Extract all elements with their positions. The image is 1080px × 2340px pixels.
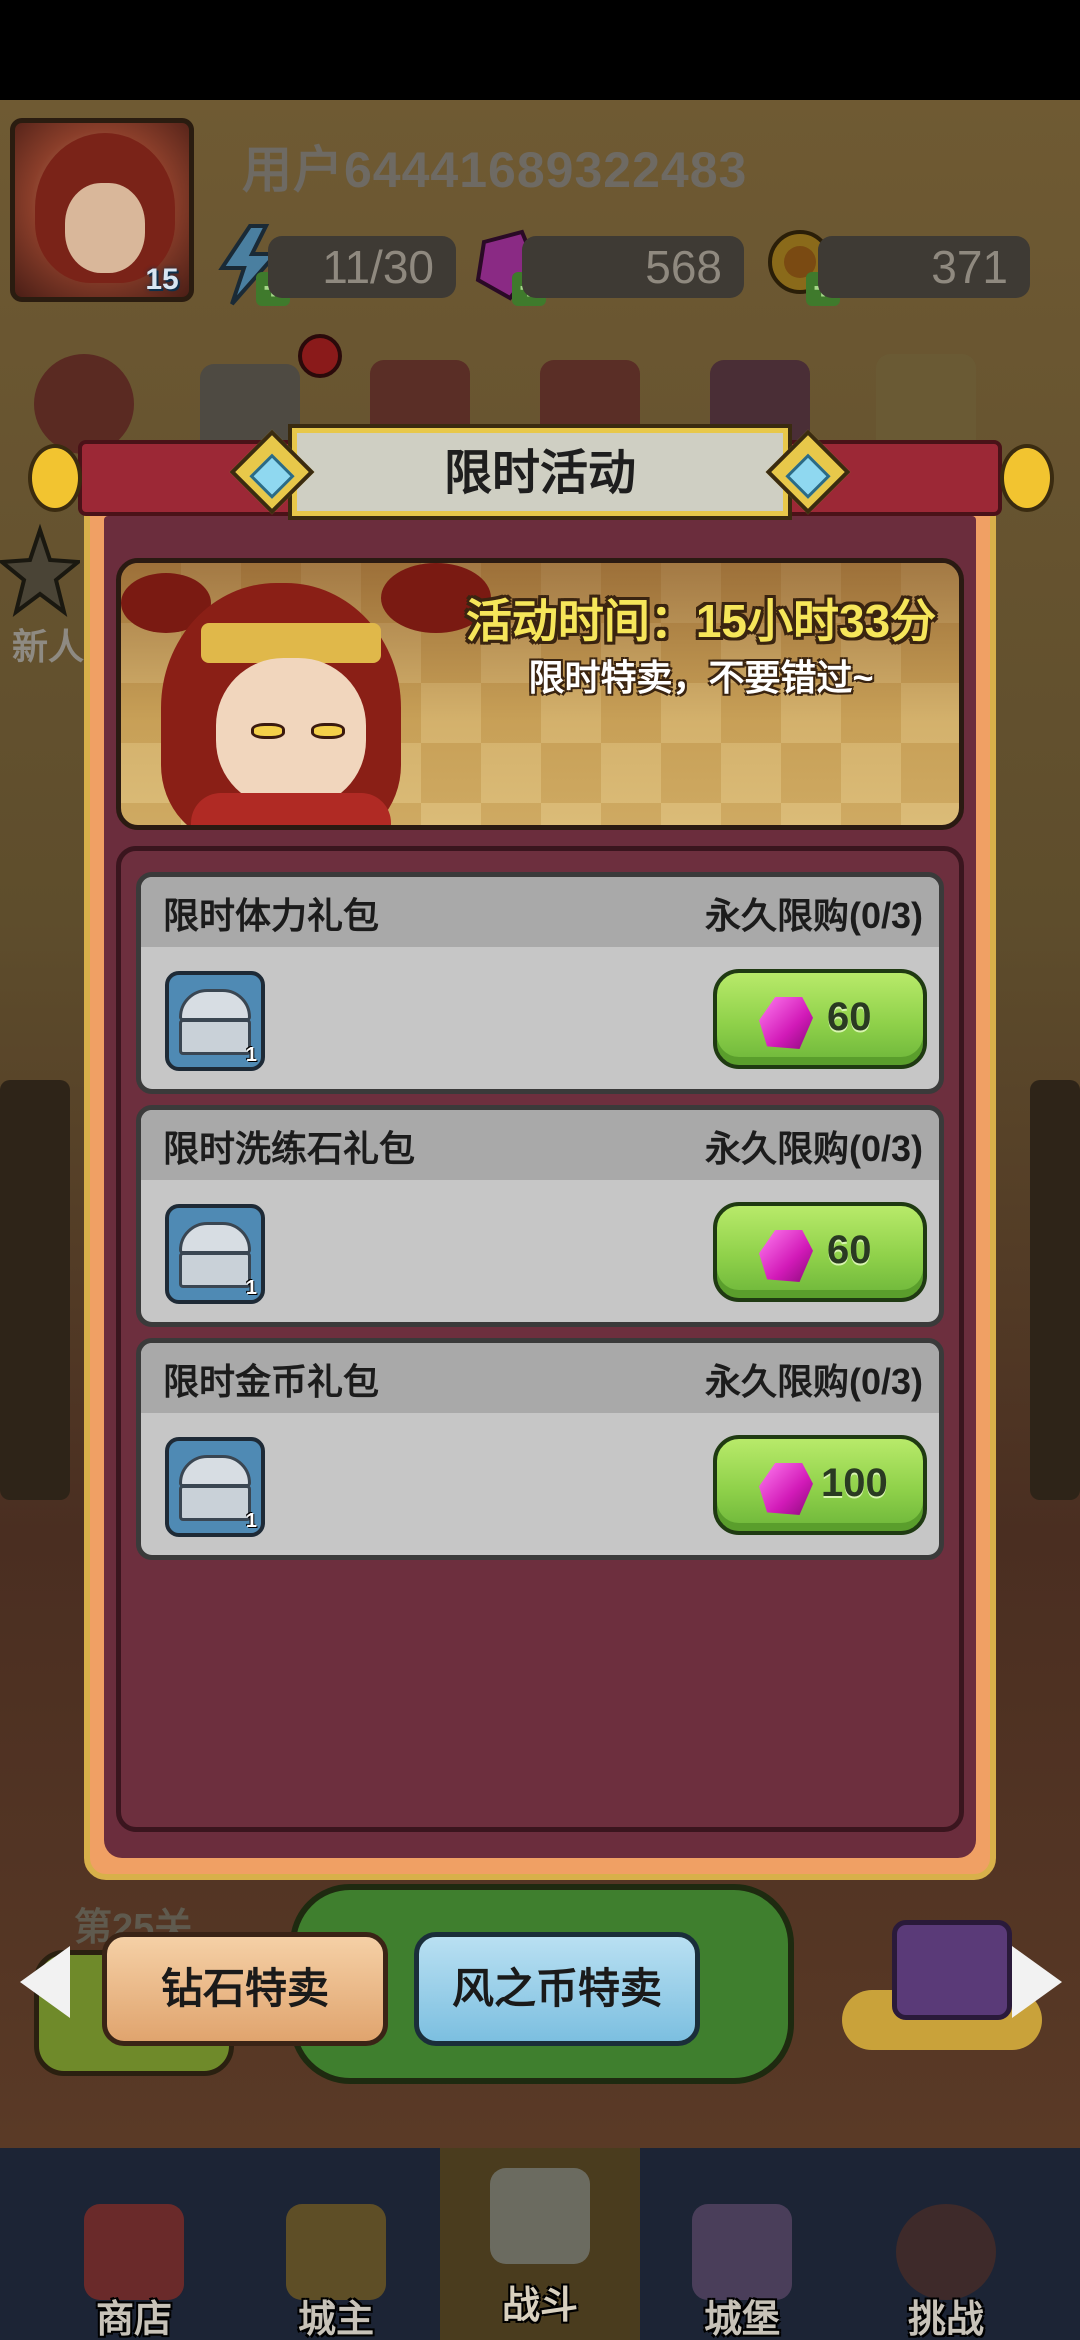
right-pillar [1030, 1080, 1080, 1500]
item-quantity: 1 [245, 1044, 257, 1066]
left-pillar [0, 1080, 70, 1500]
newbie-label[interactable]: 新人 [12, 618, 84, 670]
crossed-swords-icon [490, 2168, 590, 2264]
nav-castle[interactable]: 城堡 [642, 2148, 842, 2340]
nav-lord[interactable]: 城主 [236, 2148, 436, 2340]
price-label: 60 [827, 995, 872, 1039]
package-title: 限时体力礼包 [163, 895, 380, 936]
wind-coin-sale-tab[interactable]: 风之币特卖 [414, 1932, 700, 2046]
gift-box-icon[interactable] [876, 354, 976, 454]
gem-icon [759, 997, 813, 1049]
item-quantity: 1 [245, 1510, 257, 1532]
chest-item-icon[interactable]: 1 [165, 1204, 265, 1304]
player-username: 用户64441689322483 [242, 142, 748, 198]
coins-value: 371 [818, 236, 1030, 298]
package-purchase-limit: 永久限购(0/3) [704, 895, 923, 936]
package-title: 限时金币礼包 [163, 1361, 380, 1402]
chest-lid [179, 1455, 251, 1487]
character-eye-left [251, 723, 285, 739]
package-card: 限时体力礼包 永久限购(0/3) 1 60 [136, 872, 944, 1094]
nav-label: 城堡 [703, 2299, 780, 2340]
character-eye-right [311, 723, 345, 739]
modal-title: 限时活动 [288, 424, 792, 520]
settings-gear-icon[interactable] [34, 354, 134, 454]
chest-box [179, 1485, 251, 1521]
right-knob-icon [1000, 444, 1054, 512]
package-purchase-limit: 永久限购(0/3) [704, 1361, 923, 1402]
event-banner: 活动时间：15小时33分 限时特卖，不要错过~ [116, 558, 964, 830]
event-subtitle: 限时特卖，不要错过~ [528, 657, 874, 698]
nav-label: 城主 [297, 2299, 374, 2340]
package-title: 限时洗练石礼包 [163, 1128, 416, 1169]
nav-label: 战斗 [501, 2285, 578, 2327]
character-body [191, 793, 391, 825]
chest-item-icon[interactable]: 1 [165, 971, 265, 1071]
item-quantity: 1 [245, 1277, 257, 1299]
diamond-sale-tab[interactable]: 钻石特卖 [102, 1932, 388, 2046]
demon-mask-icon [896, 2204, 996, 2300]
chest-lid [179, 989, 251, 1021]
crown-icon [286, 2204, 386, 2300]
buy-button[interactable]: 60 [713, 1202, 927, 1302]
gems-value: 568 [522, 236, 744, 298]
stamina-value: 11/30 [268, 236, 456, 298]
nav-challenge[interactable]: 挑战 [846, 2148, 1046, 2340]
previous-arrow-icon[interactable] [20, 1946, 70, 2018]
package-purchase-limit: 永久限购(0/3) [704, 1128, 923, 1169]
price-label: 60 [827, 1228, 872, 1272]
nav-shop[interactable]: 商店 [34, 2148, 234, 2340]
treasure-chest-body [892, 1920, 1012, 2020]
castle-icon [692, 2204, 792, 2300]
nav-label: 商店 [95, 2299, 172, 2340]
left-knob-icon [28, 444, 82, 512]
package-card: 限时洗练石礼包 永久限购(0/3) 1 60 [136, 1105, 944, 1327]
gem-icon [759, 1463, 813, 1515]
package-card: 限时金币礼包 永久限购(0/3) 1 100 [136, 1338, 944, 1560]
chest-item-icon[interactable]: 1 [165, 1437, 265, 1537]
price-label: 100 [821, 1461, 888, 1505]
buy-button[interactable]: 60 [713, 969, 927, 1069]
event-time-remaining: 活动时间：15小时33分 [465, 595, 937, 647]
nav-battle[interactable]: 战斗 [440, 2148, 640, 2340]
status-bar [0, 0, 1080, 100]
buy-button[interactable]: 100 [713, 1435, 927, 1535]
chest-box [179, 1252, 251, 1288]
notification-dot-icon [298, 334, 342, 378]
shop-icon [84, 2204, 184, 2300]
chest-box [179, 1019, 251, 1055]
nav-label: 挑战 [907, 2299, 984, 2340]
next-arrow-icon[interactable] [1012, 1946, 1062, 2018]
gem-icon [759, 1230, 813, 1282]
character-crown [201, 623, 381, 663]
player-level-badge: 15 [145, 263, 179, 296]
chest-lid [179, 1222, 251, 1254]
